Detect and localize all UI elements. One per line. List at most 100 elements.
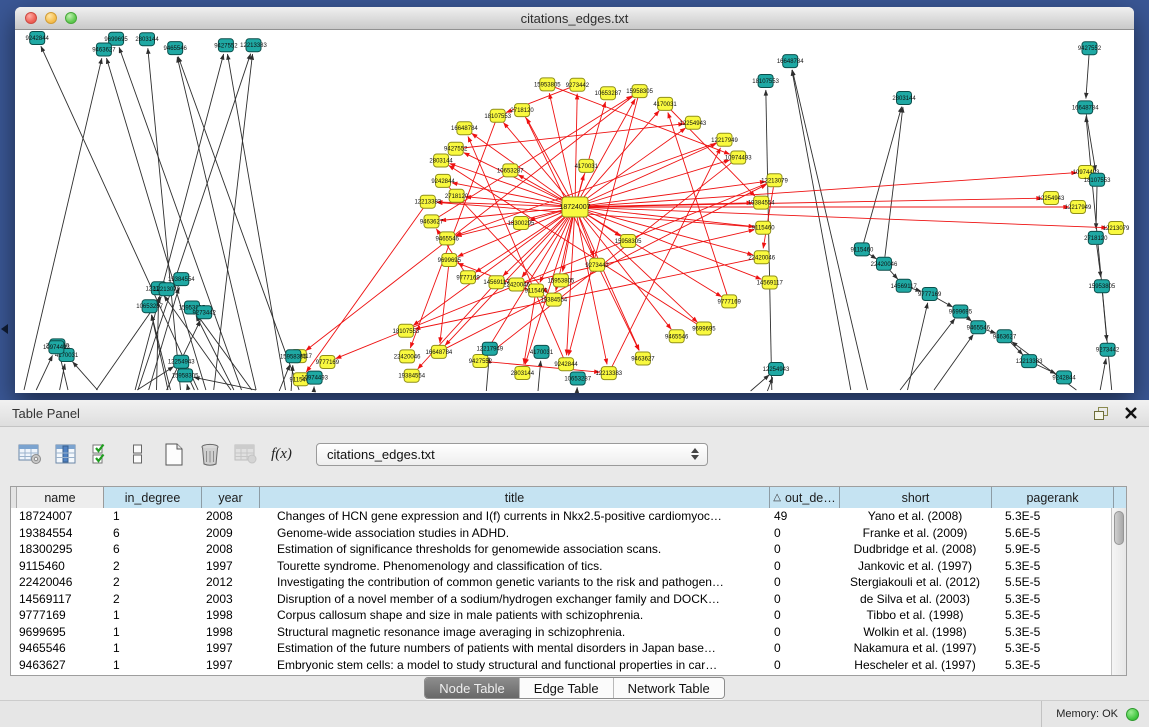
graph-node-label: 12254943 (763, 367, 790, 373)
graph-edge (766, 90, 772, 390)
graph-node-label: 9463627 (993, 334, 1017, 340)
close-window-button[interactable] (25, 12, 37, 24)
tab-network-table[interactable]: Network Table (614, 678, 724, 698)
graph-node-label: 18107553 (484, 114, 511, 120)
table-header-row: namein_degreeyeartitle△out_de…shortpager… (11, 487, 1126, 509)
graph-edge (792, 70, 851, 390)
graph-node-label: 15958305 (626, 89, 653, 95)
graph-node-label: 15958305 (615, 239, 642, 245)
cell-name: 18724007 (16, 509, 103, 523)
graph-node-label: 12254943 (168, 360, 195, 366)
cell-short: Stergiakouli et al. (2012) (839, 575, 991, 589)
graph-node-label: 16648784 (451, 126, 478, 132)
graph-node-label: 9777169 (316, 360, 340, 366)
delete-table-button[interactable] (232, 441, 259, 467)
table-row[interactable]: 1872400712008Changes of HCN gene express… (11, 508, 1111, 525)
graph-node-label: 22420046 (748, 255, 775, 261)
cell-pagerank: 5.3E-5 (991, 608, 1111, 622)
graph-edge (582, 173, 1077, 207)
cell-name: 9699695 (16, 625, 103, 639)
select-all-button[interactable] (88, 441, 115, 467)
cell-indegree: 1 (103, 658, 201, 672)
graph-edge (463, 124, 684, 148)
tab-node-table[interactable]: Node Table (425, 678, 520, 698)
column-header-outde[interactable]: △out_de… (770, 487, 840, 508)
cell-year: 2003 (201, 592, 259, 606)
table-row[interactable]: 946362711997Embryonic stem cells: a mode… (11, 657, 1111, 674)
graph-node-label: 10653287 (497, 168, 524, 174)
cell-year: 2009 (201, 526, 259, 540)
delete-column-button[interactable] (196, 441, 223, 467)
new-column-button[interactable] (160, 441, 187, 467)
scrollbar-thumb[interactable] (1114, 511, 1124, 545)
cell-short: de Silva et al. (2003) (839, 592, 991, 606)
graph-node-label: 2803144 (135, 37, 159, 43)
cell-short: Wolkin et al. (1998) (839, 625, 991, 639)
table-row[interactable]: 946554611997Estimation of the future num… (11, 640, 1111, 657)
graph-node-label: 15953805 (548, 278, 575, 284)
cell-short: Franke et al. (2009) (839, 526, 991, 540)
column-header-title[interactable]: title (260, 487, 770, 508)
cell-year: 1997 (201, 641, 259, 655)
column-header-short[interactable]: short (840, 487, 992, 508)
column-header-name[interactable]: name (17, 487, 104, 508)
table-row[interactable]: 1456911722003Disruption of a novel membe… (11, 591, 1111, 608)
citation-graph[interactable]: 1938455491154602242004614569117977716996… (16, 30, 1133, 393)
graph-node-label: 10974493 (43, 345, 70, 351)
graph-node-label: 18724007 (559, 204, 590, 211)
table-row[interactable]: 977716911998Corpus callosum shape and si… (11, 607, 1111, 624)
table-row[interactable]: 1830029562008Estimation of significance … (11, 541, 1111, 558)
graph-node-label: 9699695 (692, 327, 716, 333)
graph-edge (549, 93, 573, 200)
column-header-pagerank[interactable]: pagerank (992, 487, 1114, 508)
graph-node-label: 10974493 (301, 376, 328, 382)
tab-edge-table[interactable]: Edge Table (520, 678, 614, 698)
cell-name: 19384554 (16, 526, 103, 540)
close-panel-icon[interactable] (1125, 407, 1137, 419)
cell-indegree: 2 (103, 559, 201, 573)
graph-node-label: 9699695 (104, 37, 128, 43)
table-mode-button[interactable] (16, 441, 43, 467)
node-table: namein_degreeyeartitle△out_de…shortpager… (10, 486, 1127, 676)
graph-edge (487, 362, 600, 373)
cell-name: 22420046 (16, 575, 103, 589)
show-columns-button[interactable] (52, 441, 79, 467)
float-panel-icon[interactable] (1094, 407, 1109, 420)
table-select-dropdown[interactable]: citations_edges.txt (316, 443, 708, 466)
graph-node-label: 15958305 (172, 373, 199, 379)
minimize-window-button[interactable] (45, 12, 57, 24)
window-titlebar[interactable]: citations_edges.txt (15, 7, 1134, 30)
graph-node-label: 12213383 (595, 371, 622, 377)
cell-indegree: 1 (103, 625, 201, 639)
function-builder-button[interactable]: f(x) (268, 441, 295, 467)
graph-node-label: 9242844 (431, 179, 455, 185)
window-title: citations_edges.txt (521, 11, 629, 26)
graph-node-label: 16648784 (426, 350, 453, 356)
cell-outde: 0 (769, 575, 839, 589)
graph-node-label: 9463627 (420, 219, 444, 225)
table-panel-title: Table Panel (12, 406, 80, 421)
graph-node-label: 2718120 (510, 108, 534, 114)
table-row[interactable]: 2242004622012Investigating the contribut… (11, 574, 1111, 591)
graph-edge (73, 362, 98, 390)
column-header-indegree[interactable]: in_degree (104, 487, 202, 508)
cell-indegree: 6 (103, 526, 201, 540)
cell-pagerank: 5.9E-5 (991, 542, 1111, 556)
memory-status-label: Memory: OK (1056, 708, 1118, 720)
graph-edge (306, 207, 424, 372)
cell-year: 2008 (201, 542, 259, 556)
deselect-all-button[interactable] (124, 441, 151, 467)
cell-short: Nakamura et al. (1997) (839, 641, 991, 655)
graph-node-label: 9465546 (967, 325, 991, 331)
panel-collapse-arrow-icon[interactable] (1, 324, 8, 334)
graph-edge (538, 361, 541, 391)
network-canvas[interactable]: 1938455491154602242004614569117977716996… (16, 30, 1133, 393)
table-row[interactable]: 969969511998Structural magnetic resonanc… (11, 624, 1111, 641)
table-scrollbar[interactable] (1111, 508, 1126, 675)
graph-node-label: 9463627 (92, 48, 116, 54)
zoom-window-button[interactable] (65, 12, 77, 24)
table-row[interactable]: 911546021997Tourette syndrome. Phenomeno… (11, 558, 1111, 575)
table-row[interactable]: 1938455462009Genome-wide association stu… (11, 525, 1111, 542)
column-header-year[interactable]: year (202, 487, 260, 508)
memory-status-dot[interactable] (1126, 708, 1139, 721)
